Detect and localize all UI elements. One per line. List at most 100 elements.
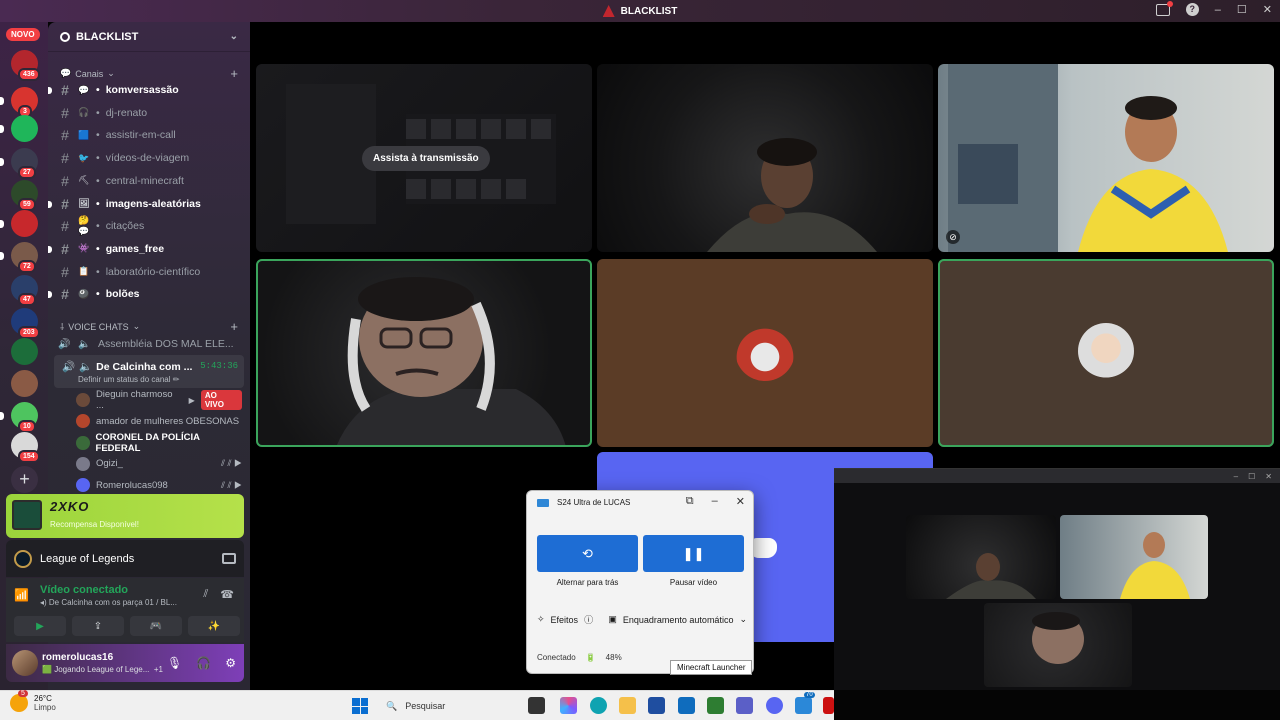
taskbar-tooltip: Minecraft Launcher — [670, 660, 753, 675]
channel-item[interactable]: # 🟦 • assistir-em-call — [58, 125, 244, 145]
channel-item[interactable]: # 💬 • komversassão — [48, 80, 244, 100]
news-icon[interactable] — [823, 697, 834, 714]
discord-icon[interactable] — [766, 697, 783, 714]
guild-header[interactable]: BLACKLIST ⌄ — [48, 22, 250, 52]
hash-icon: # — [61, 127, 69, 144]
server-icon[interactable] — [11, 210, 38, 237]
voice-member[interactable]: Romerolucas098 ⫽ ⫽ ▶ — [76, 475, 242, 495]
soundboard-button[interactable]: ✨ — [188, 616, 240, 636]
reward-promo[interactable]: 2XKO Recompensa Disponível! — [6, 494, 244, 538]
video-tile-speaking[interactable] — [256, 259, 592, 447]
edge-icon[interactable] — [590, 697, 607, 714]
live-badge[interactable]: AO VIVO — [200, 390, 242, 410]
member-name: Dieguin charmoso ... — [95, 389, 173, 411]
hash-icon: # — [61, 218, 69, 235]
call-timer: 5:43:36 — [200, 361, 238, 371]
add-voice-channel-button[interactable]: + — [230, 319, 238, 334]
minimize-button[interactable]: – — [1215, 4, 1221, 16]
channel-item[interactable]: # 👾 • games_free — [48, 239, 244, 259]
close-button[interactable]: ✕ — [736, 495, 745, 508]
task-view-icon[interactable] — [528, 697, 545, 714]
minecraft-launcher-icon[interactable] — [707, 697, 724, 714]
unread-pill — [0, 412, 4, 420]
voice-status-channel[interactable]: ◂) De Calcinha com os parça 01 / BL... — [40, 598, 177, 607]
username[interactable]: romerolucas16 — [42, 652, 113, 663]
minimize-button[interactable]: – — [712, 495, 718, 508]
phone-link-taskbar-icon[interactable] — [795, 697, 812, 714]
disconnect-icon[interactable]: ☎ — [220, 588, 234, 601]
video-tile-user[interactable] — [597, 64, 933, 252]
mini-video-tile[interactable] — [984, 603, 1132, 687]
outlook-icon[interactable] — [678, 697, 695, 714]
pause-video-button[interactable]: ❚❚ — [643, 535, 744, 572]
window-title-text: BLACKLIST — [620, 5, 678, 17]
voice-category-label: VOICE CHATS — [68, 321, 129, 332]
avatar-tile[interactable] — [597, 259, 933, 447]
stream-icon[interactable] — [222, 553, 236, 564]
text-category[interactable]: 💬 Canais ⌄ + — [60, 66, 238, 81]
channel-emoji-icon: 🐦 — [78, 152, 90, 163]
channel-item[interactable]: # ⛏ • central-minecraft — [58, 171, 244, 191]
camera-button[interactable]: ▶ — [14, 616, 66, 636]
channel-item[interactable]: # 🤔💬 • citações — [58, 215, 244, 236]
channel-emoji-icon: 🟦 — [78, 129, 90, 140]
taskbar-search[interactable]: 🔍 Pesquisar — [378, 695, 520, 717]
mini-video-tile[interactable] — [1060, 515, 1208, 599]
file-explorer-icon[interactable] — [619, 697, 636, 714]
user-avatar[interactable] — [12, 650, 38, 676]
activity-panel[interactable]: League of Legends — [6, 540, 244, 577]
stream-tile[interactable]: Assista à transmissão — [256, 64, 592, 252]
headphones-icon[interactable]: 🎧 — [196, 656, 211, 670]
windows-start-icon[interactable] — [352, 698, 368, 714]
close-button[interactable]: ✕ — [1265, 472, 1272, 481]
maximize-button[interactable]: ☐ — [1248, 472, 1255, 481]
switch-camera-button[interactable]: ⟲ — [537, 535, 638, 572]
framing-label[interactable]: Enquadramento automático — [623, 615, 734, 625]
new-badge[interactable]: NOVO — [6, 28, 40, 41]
close-button[interactable]: ✕ — [1263, 3, 1272, 16]
add-channel-button[interactable]: + — [230, 66, 238, 81]
voice-channel[interactable]: 🔊 🔈 Assembléia DOS MAL ELE... — [58, 334, 244, 354]
voice-member[interactable]: Dieguin charmoso ... ▶ AO VIVO — [76, 389, 242, 411]
channel-item[interactable]: # 🐦 • vídeos-de-viagem — [58, 148, 244, 168]
teams-icon[interactable] — [736, 697, 753, 714]
pin-icon[interactable]: ⧉ — [686, 495, 694, 508]
voice-member[interactable]: amador de mulheres OBESONAS — [76, 411, 242, 431]
microphone-icon[interactable]: 🎙 — [167, 656, 182, 670]
video-tile-user[interactable]: ⊘ — [938, 64, 1274, 252]
server-icon[interactable] — [11, 338, 38, 365]
weather-widget[interactable]: 5 26°C Limpo — [10, 690, 56, 712]
channel-item[interactable]: # 📋 • laboratório-científico — [58, 262, 244, 282]
info-icon[interactable]: ⓘ — [584, 613, 593, 626]
mini-video-tile[interactable] — [906, 515, 1056, 599]
signal-icon[interactable]: 📶 — [14, 588, 29, 602]
server-icon[interactable] — [11, 370, 38, 397]
channel-item[interactable]: # 🎱 • bolões — [48, 284, 244, 304]
voice-member[interactable]: Ogizi_ ⫽ ⫽ ▶ — [76, 454, 242, 474]
minimize-button[interactable]: – — [1234, 472, 1238, 481]
voice-member[interactable]: CORONEL DA POLÍCIA FEDERAL — [76, 432, 242, 454]
settings-gear-icon[interactable]: ⚙ — [225, 656, 236, 670]
help-icon[interactable]: ? — [1185, 3, 1199, 16]
screen-share-button[interactable]: ⇪ — [72, 616, 124, 636]
store-icon[interactable] — [648, 697, 665, 714]
noise-suppression-icon[interactable]: ⫽ — [203, 588, 208, 601]
unread-indicator — [48, 87, 52, 94]
channel-emoji-icon: 🎧 — [78, 107, 90, 118]
avatar-tile-speaking[interactable] — [938, 259, 1274, 447]
active-voice-channel[interactable]: 🔊 🔈 De Calcinha com ... 5:43:36 Definir … — [54, 355, 244, 388]
inbox-icon[interactable] — [1155, 0, 1173, 16]
speaker-icon: 🔊 — [58, 338, 71, 350]
chevron-down-icon[interactable]: ⌄ — [739, 614, 747, 625]
channel-status[interactable]: Definir um status do canal ✏ — [78, 375, 179, 384]
webcam-feed — [707, 138, 877, 252]
server-icon[interactable] — [11, 115, 38, 142]
voice-category[interactable]: ⸸ VOICE CHATS ⌄ + — [60, 319, 238, 334]
maximize-button[interactable]: ☐ — [1237, 3, 1247, 16]
channel-item[interactable]: # 🖼 • imagens-aleatórias — [48, 194, 244, 214]
copilot-icon[interactable] — [560, 697, 577, 714]
activities-button[interactable]: 🎮 — [130, 616, 182, 636]
channel-item[interactable]: # 🎧 • dj-renato — [58, 103, 244, 123]
add-server-button[interactable]: + — [11, 466, 38, 493]
watch-stream-button[interactable]: Assista à transmissão — [362, 146, 490, 171]
